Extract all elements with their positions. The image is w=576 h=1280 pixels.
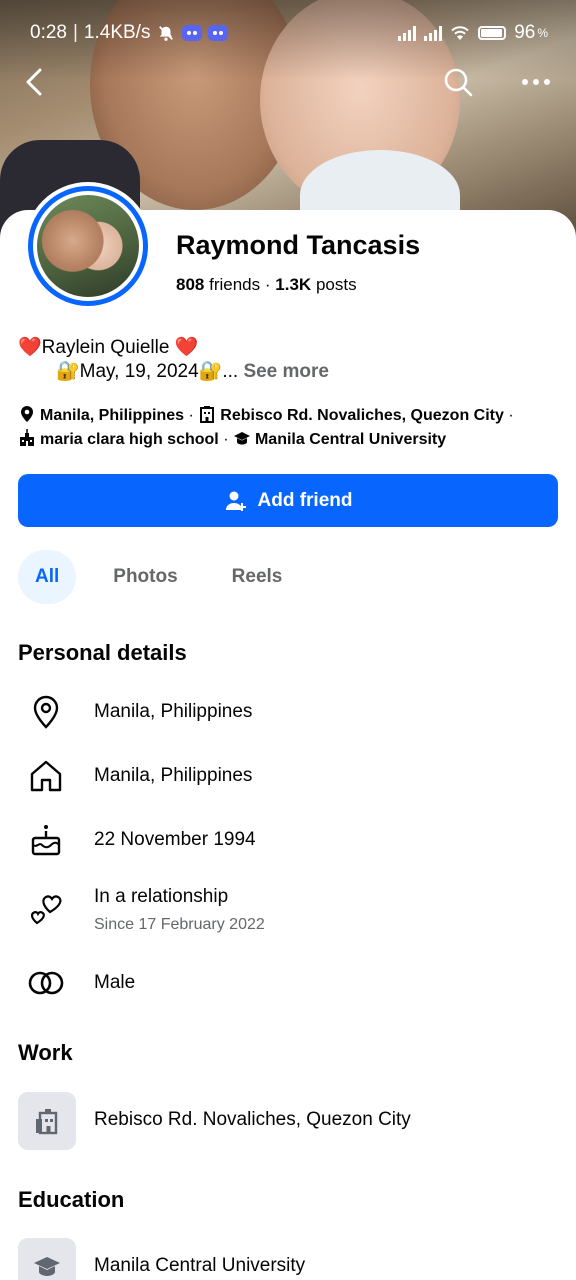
intro-workplace: Rebisco Rd. Novaliches, Quezon City <box>220 407 504 424</box>
signal-icon-2 <box>424 25 443 41</box>
back-arrow-icon[interactable] <box>20 66 52 98</box>
status-right: 96% <box>398 22 548 44</box>
birthday-text: 22 November 1994 <box>94 829 256 850</box>
tab-photos[interactable]: Photos <box>96 550 194 604</box>
more-options-icon[interactable] <box>518 66 554 98</box>
story-ring <box>28 186 148 306</box>
add-friend-button[interactable]: Add friend <box>18 474 558 527</box>
education-title: Education <box>18 1187 125 1212</box>
intro-location: Manila, Philippines <box>40 407 185 424</box>
intro-college: Manila Central University <box>254 431 447 448</box>
see-more-link[interactable]: See more <box>243 361 329 382</box>
location-pin-icon <box>21 406 33 422</box>
mute-bell-icon <box>159 26 174 41</box>
bio-line-1: ❤️Raylein Quielle ❤️ <box>18 337 199 358</box>
tab-reels[interactable]: Reels <box>215 550 300 604</box>
detail-hometown: Manila, Philippines <box>18 756 558 796</box>
building-icon <box>36 1109 58 1135</box>
status-net-speed: 1.4KB/s <box>83 22 151 43</box>
battery-level: 96 <box>514 22 536 43</box>
current-city-text: Manila, Philippines <box>94 701 253 722</box>
discord-icon-2 <box>208 25 229 41</box>
status-left: 0:28 | 1.4KB/s <box>30 22 229 44</box>
work-icon-box <box>18 1092 76 1150</box>
posts-count: 1.3K <box>275 275 312 294</box>
profile-stats: 808 friends · 1.3K posts <box>176 275 357 295</box>
graduation-cap-icon <box>233 432 250 445</box>
graduation-cap-icon <box>34 1257 60 1276</box>
birthday-cake-icon <box>31 825 61 856</box>
friends-count[interactable]: 808 <box>176 275 204 294</box>
education-text: Manila Central University <box>94 1255 306 1276</box>
wifi-icon <box>451 26 469 40</box>
posts-label: posts <box>315 275 357 294</box>
discord-icon <box>182 25 203 41</box>
detail-current-city: Manila, Philippines <box>18 692 558 732</box>
work-item[interactable]: Rebisco Rd. Novaliches, Quezon City <box>18 1092 558 1150</box>
add-friend-label: Add friend <box>257 489 353 511</box>
intro-school: maria clara high school <box>40 431 219 448</box>
detail-relationship: In a relationship Since 17 February 2022 <box>18 878 558 938</box>
education-icon-box <box>18 1238 76 1280</box>
profile-tabs: All Photos Reels <box>18 550 319 604</box>
work-title: Work <box>18 1040 73 1065</box>
gender-text: Male <box>94 972 136 993</box>
relationship-since-text: Since 17 February 2022 <box>94 916 265 933</box>
detail-birthday: 22 November 1994 <box>18 820 558 860</box>
building-icon <box>200 406 215 423</box>
profile-name: Raymond Tancasis <box>176 230 421 260</box>
battery-icon <box>478 26 507 40</box>
friends-label[interactable]: friends <box>209 275 260 294</box>
search-icon[interactable] <box>442 66 474 98</box>
status-divider: | <box>72 22 78 43</box>
chip-separator: · <box>508 407 514 424</box>
home-icon <box>30 760 62 792</box>
avatar-photo <box>37 195 139 297</box>
hometown-text: Manila, Philippines <box>94 765 253 786</box>
intro-summary: Manila, Philippines · Rebisco Rd. Novali… <box>18 404 563 452</box>
bio-date: 🔐May, 19, 2024🔐... <box>56 361 244 382</box>
school-icon <box>20 429 34 446</box>
add-person-icon <box>225 491 246 511</box>
tab-all[interactable]: All <box>18 550 77 604</box>
personal-details-title: Personal details <box>18 640 187 665</box>
profile-avatar[interactable] <box>24 182 152 310</box>
education-item[interactable]: Manila Central University <box>18 1238 558 1280</box>
work-text: Rebisco Rd. Novaliches, Quezon City <box>94 1109 411 1130</box>
signal-icon <box>398 25 417 41</box>
chip-separator: · <box>188 407 194 424</box>
bio-line-2: 🔐May, 19, 2024🔐... See more <box>56 359 329 383</box>
location-pin-icon <box>33 695 59 729</box>
stats-separator: · <box>264 275 271 294</box>
chip-separator: · <box>223 431 229 448</box>
battery-percent-sign: % <box>537 26 548 40</box>
detail-gender: Male <box>18 963 558 1003</box>
relationship-text: In a relationship <box>94 886 229 907</box>
hearts-icon <box>30 895 62 925</box>
status-time: 0:28 <box>30 22 67 43</box>
gender-icon <box>28 971 64 995</box>
status-bar: 0:28 | 1.4KB/s 96% <box>0 0 576 66</box>
